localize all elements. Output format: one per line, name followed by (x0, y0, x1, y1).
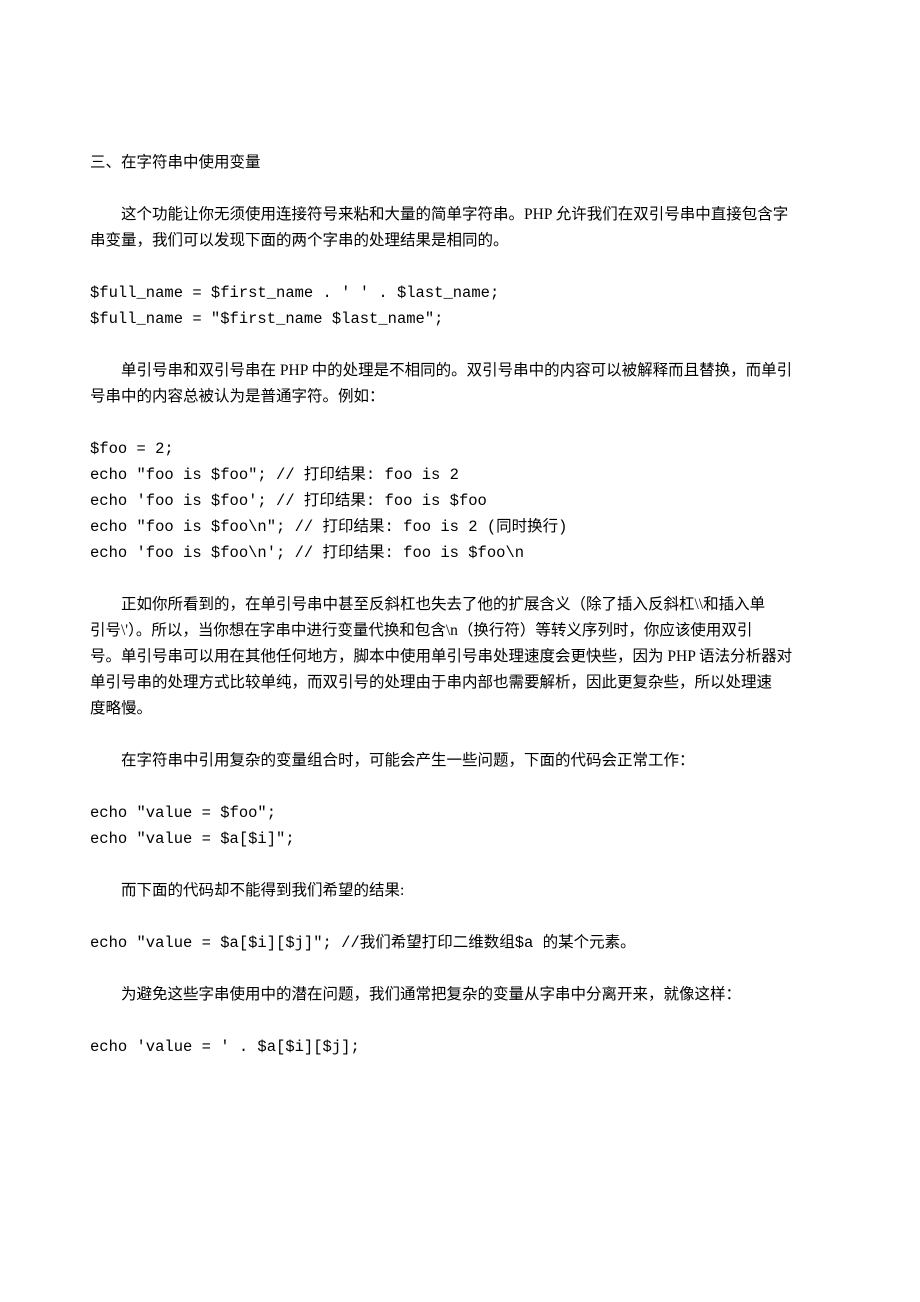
code-block-3-line-2: echo "value = $a[$i]"; (90, 826, 830, 852)
paragraph-3-line-2: 引号\'）。所以，当你想在字串中进行变量代换和包含\n（换行符）等转义序列时，你… (90, 618, 830, 644)
paragraph-6: 为避免这些字串使用中的潜在问题，我们通常把复杂的变量从字串中分离开来，就像这样： (90, 982, 830, 1008)
paragraph-2-line-1: 单引号串和双引号串在 PHP 中的处理是不相同的。双引号串中的内容可以被解释而且… (90, 358, 830, 384)
paragraph-5: 而下面的代码却不能得到我们希望的结果: (90, 878, 830, 904)
paragraph-2-line-2: 号串中的内容总被认为是普通字符。例如： (90, 384, 830, 410)
paragraph-1-line-2: 串变量，我们可以发现下面的两个字串的处理结果是相同的。 (90, 228, 830, 254)
code-block-2-line-5: echo 'foo is $foo\n'; // 打印结果: foo is $f… (90, 540, 830, 566)
paragraph-3-line-4: 单引号串的处理方式比较单纯，而双引号的处理由于串内部也需要解析，因此更复杂些，所… (90, 670, 830, 696)
code-block-2-line-4: echo "foo is $foo\n"; // 打印结果: foo is 2 … (90, 514, 830, 540)
code-block-1-line-1: $full_name = $first_name . ' ' . $last_n… (90, 280, 830, 306)
section-heading: 三、在字符串中使用变量 (90, 150, 830, 176)
code-block-1-line-2: $full_name = "$first_name $last_name"; (90, 306, 830, 332)
paragraph-3-line-5: 度略慢。 (90, 696, 830, 722)
code-block-2-line-3: echo 'foo is $foo'; // 打印结果: foo is $foo (90, 488, 830, 514)
code-block-5: echo 'value = ' . $a[$i][$j]; (90, 1034, 830, 1060)
paragraph-4: 在字符串中引用复杂的变量组合时，可能会产生一些问题，下面的代码会正常工作： (90, 748, 830, 774)
paragraph-3-line-3: 号。单引号串可以用在其他任何地方，脚本中使用单引号串处理速度会更快些，因为 PH… (90, 644, 830, 670)
code-block-4: echo "value = $a[$i][$j]"; //我们希望打印二维数组$… (90, 930, 830, 956)
document-page: 三、在字符串中使用变量 这个功能让你无须使用连接符号来粘和大量的简单字符串。PH… (0, 0, 920, 1140)
paragraph-1-line-1: 这个功能让你无须使用连接符号来粘和大量的简单字符串。PHP 允许我们在双引号串中… (90, 202, 830, 228)
code-block-2-line-1: $foo = 2; (90, 436, 830, 462)
paragraph-3-line-1: 正如你所看到的，在单引号串中甚至反斜杠也失去了他的扩展含义（除了插入反斜杠\\和… (90, 592, 830, 618)
code-block-2-line-2: echo "foo is $foo"; // 打印结果: foo is 2 (90, 462, 830, 488)
code-block-3-line-1: echo "value = $foo"; (90, 800, 830, 826)
